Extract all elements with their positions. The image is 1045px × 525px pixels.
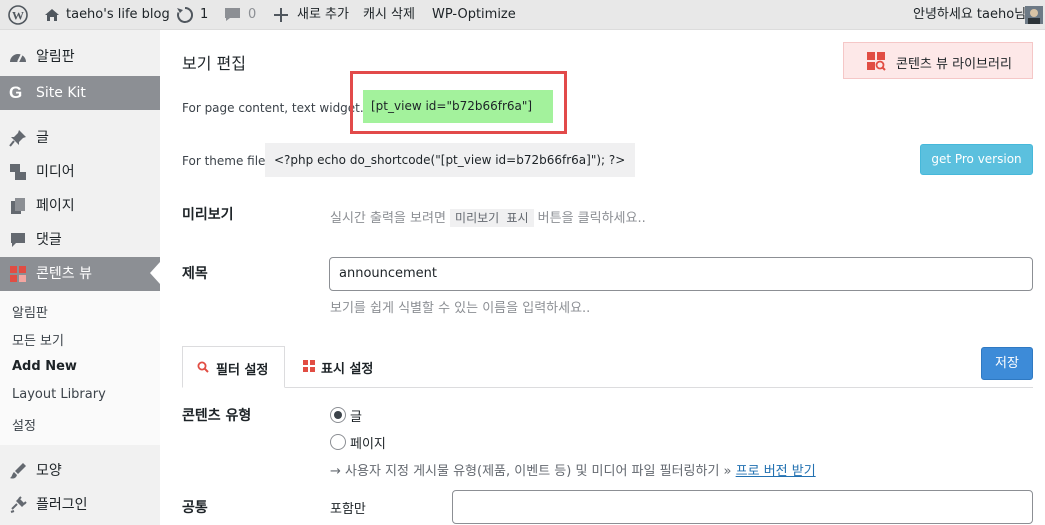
sidebar-item-content-views[interactable]: 콘텐츠 뷰: [0, 257, 160, 291]
submenu-all-views[interactable]: 모든 보기: [12, 330, 64, 349]
radio-post[interactable]: [330, 407, 346, 423]
preview-hint-before: 실시간 출력을 보려면: [330, 211, 446, 226]
radio-page[interactable]: [330, 434, 346, 450]
comment-icon: [11, 233, 25, 247]
search-icon: [197, 361, 209, 373]
wordpress-logo-icon[interactable]: W: [8, 0, 28, 30]
home-icon[interactable]: [44, 0, 60, 30]
sidebar-item-pages[interactable]: 페이지: [0, 189, 160, 223]
sidebar-item-label: 알림판: [36, 49, 75, 65]
radio-post-label[interactable]: 글: [350, 406, 362, 425]
site-name-link[interactable]: taeho's life blog: [66, 0, 170, 30]
admin-sidebar: 알림판 G Site Kit 글 미디어 페이지 댓글 콘텐츠 뷰 알림판 모든…: [0, 30, 160, 525]
content-views-submenu: 알림판 모든 보기 Add New Layout Library 설정: [0, 291, 160, 445]
pin-icon: [9, 130, 26, 147]
preview-hint-after: 버튼을 클릭하세요..: [537, 211, 646, 226]
common-label: 공통: [182, 500, 208, 516]
pro-hint: → 사용자 지정 게시물 유형(제품, 이벤트 등) 및 미디어 파일 필터링하…: [330, 460, 816, 479]
sidebar-item-label: 페이지: [36, 198, 75, 214]
updates-icon[interactable]: [176, 0, 194, 30]
save-button[interactable]: 저장: [981, 347, 1033, 380]
sidebar-item-posts[interactable]: 글: [0, 121, 160, 155]
include-only-input[interactable]: [452, 490, 1033, 524]
sidebar-item-plugins[interactable]: 플러그인: [0, 488, 160, 522]
submenu-settings[interactable]: 설정: [12, 415, 36, 434]
sidebar-item-label: 콘텐츠 뷰: [36, 266, 92, 282]
content-type-label: 콘텐츠 유형: [182, 408, 252, 424]
grid-icon: [303, 360, 315, 372]
highlight-box: [350, 71, 567, 134]
avatar[interactable]: [1025, 6, 1043, 24]
radio-page-label[interactable]: 페이지: [350, 433, 386, 452]
plus-icon[interactable]: [274, 0, 288, 30]
sidebar-item-appearance[interactable]: 모양: [0, 454, 160, 488]
content-views-icon: [10, 266, 26, 282]
submenu-add-new[interactable]: Add New: [12, 359, 77, 374]
wp-optimize-menu[interactable]: WP-Optimize: [432, 0, 516, 30]
page-title: 보기 편집: [182, 54, 246, 73]
comments-count[interactable]: 0: [248, 0, 256, 30]
sidebar-item-label: Site Kit: [36, 85, 86, 101]
preview-hint-kbd: 미리보기 표시: [450, 209, 534, 227]
sidebar-item-comments[interactable]: 댓글: [0, 223, 160, 257]
new-content-menu[interactable]: 새로 추가: [297, 0, 349, 30]
library-button-label: 콘텐츠 뷰 라이브러리: [896, 57, 1012, 72]
comments-icon[interactable]: [224, 0, 241, 30]
include-only-label: 포함만: [330, 502, 366, 517]
tab-display-label: 표시 설정: [321, 362, 374, 377]
submenu-layout-library[interactable]: Layout Library: [12, 387, 106, 402]
page-content-label: For page content, text widget..: [182, 101, 368, 115]
sidebar-item-label: 글: [36, 130, 49, 146]
current-menu-arrow: [150, 262, 160, 284]
tab-filter-settings[interactable]: 필터 설정: [182, 346, 285, 388]
admin-bar: W taeho's life blog 1 0 새로 추가 캐시 삭제 WP-O…: [0, 0, 1045, 30]
sidebar-item-label: 미디어: [36, 164, 75, 180]
submenu-dashboard[interactable]: 알림판: [12, 302, 48, 321]
title-field-hint: 보기를 쉽게 식별할 수 있는 이름을 입력하세요..: [330, 301, 591, 316]
purge-cache-menu[interactable]: 캐시 삭제: [363, 0, 415, 30]
svg-text:W: W: [12, 8, 24, 22]
pro-version-link[interactable]: 프로 버전 받기: [736, 464, 816, 479]
updates-count[interactable]: 1: [200, 0, 208, 30]
tab-display-settings[interactable]: 표시 설정: [293, 346, 393, 386]
sidebar-item-label: 모양: [36, 463, 62, 479]
sidebar-item-media[interactable]: 미디어: [0, 155, 160, 189]
page-icon: [11, 198, 25, 214]
sidebar-item-label: 댓글: [36, 232, 62, 248]
tab-filter-label: 필터 설정: [216, 363, 269, 378]
sidebar-item-label: 플러그인: [36, 497, 88, 513]
preview-hint: 실시간 출력을 보려면 미리보기 표시 버튼을 클릭하세요..: [330, 207, 646, 227]
media-icon: [10, 164, 26, 180]
user-greeting[interactable]: 안녕하세요 taeho님: [913, 0, 1026, 30]
title-field-label: 제목: [182, 266, 208, 282]
preview-label: 미리보기: [182, 207, 234, 223]
main-content: 보기 편집 콘텐츠 뷰 라이브러리 For page content, text…: [160, 30, 1045, 525]
layout-library-button[interactable]: 콘텐츠 뷰 라이브러리: [843, 42, 1033, 79]
brush-icon: [10, 463, 26, 479]
get-pro-button[interactable]: get Pro version: [920, 144, 1033, 175]
theme-code-field[interactable]: <?php echo do_shortcode("[pt_view id=b72…: [265, 143, 635, 177]
tabs-divider: [182, 387, 1033, 388]
content-views-icon: [867, 52, 886, 71]
theme-file-label: For theme file: [182, 154, 266, 168]
sidebar-item-dashboard[interactable]: 알림판: [0, 40, 160, 74]
view-title-input[interactable]: announcement: [329, 257, 1033, 291]
pro-hint-text: → 사용자 지정 게시물 유형(제품, 이벤트 등) 및 미디어 파일 필터링하…: [330, 464, 732, 479]
sitekit-icon: G: [9, 83, 23, 102]
dashboard-icon: [10, 53, 26, 63]
plugin-icon: [10, 496, 27, 513]
sidebar-item-sitekit[interactable]: G Site Kit: [0, 76, 160, 110]
